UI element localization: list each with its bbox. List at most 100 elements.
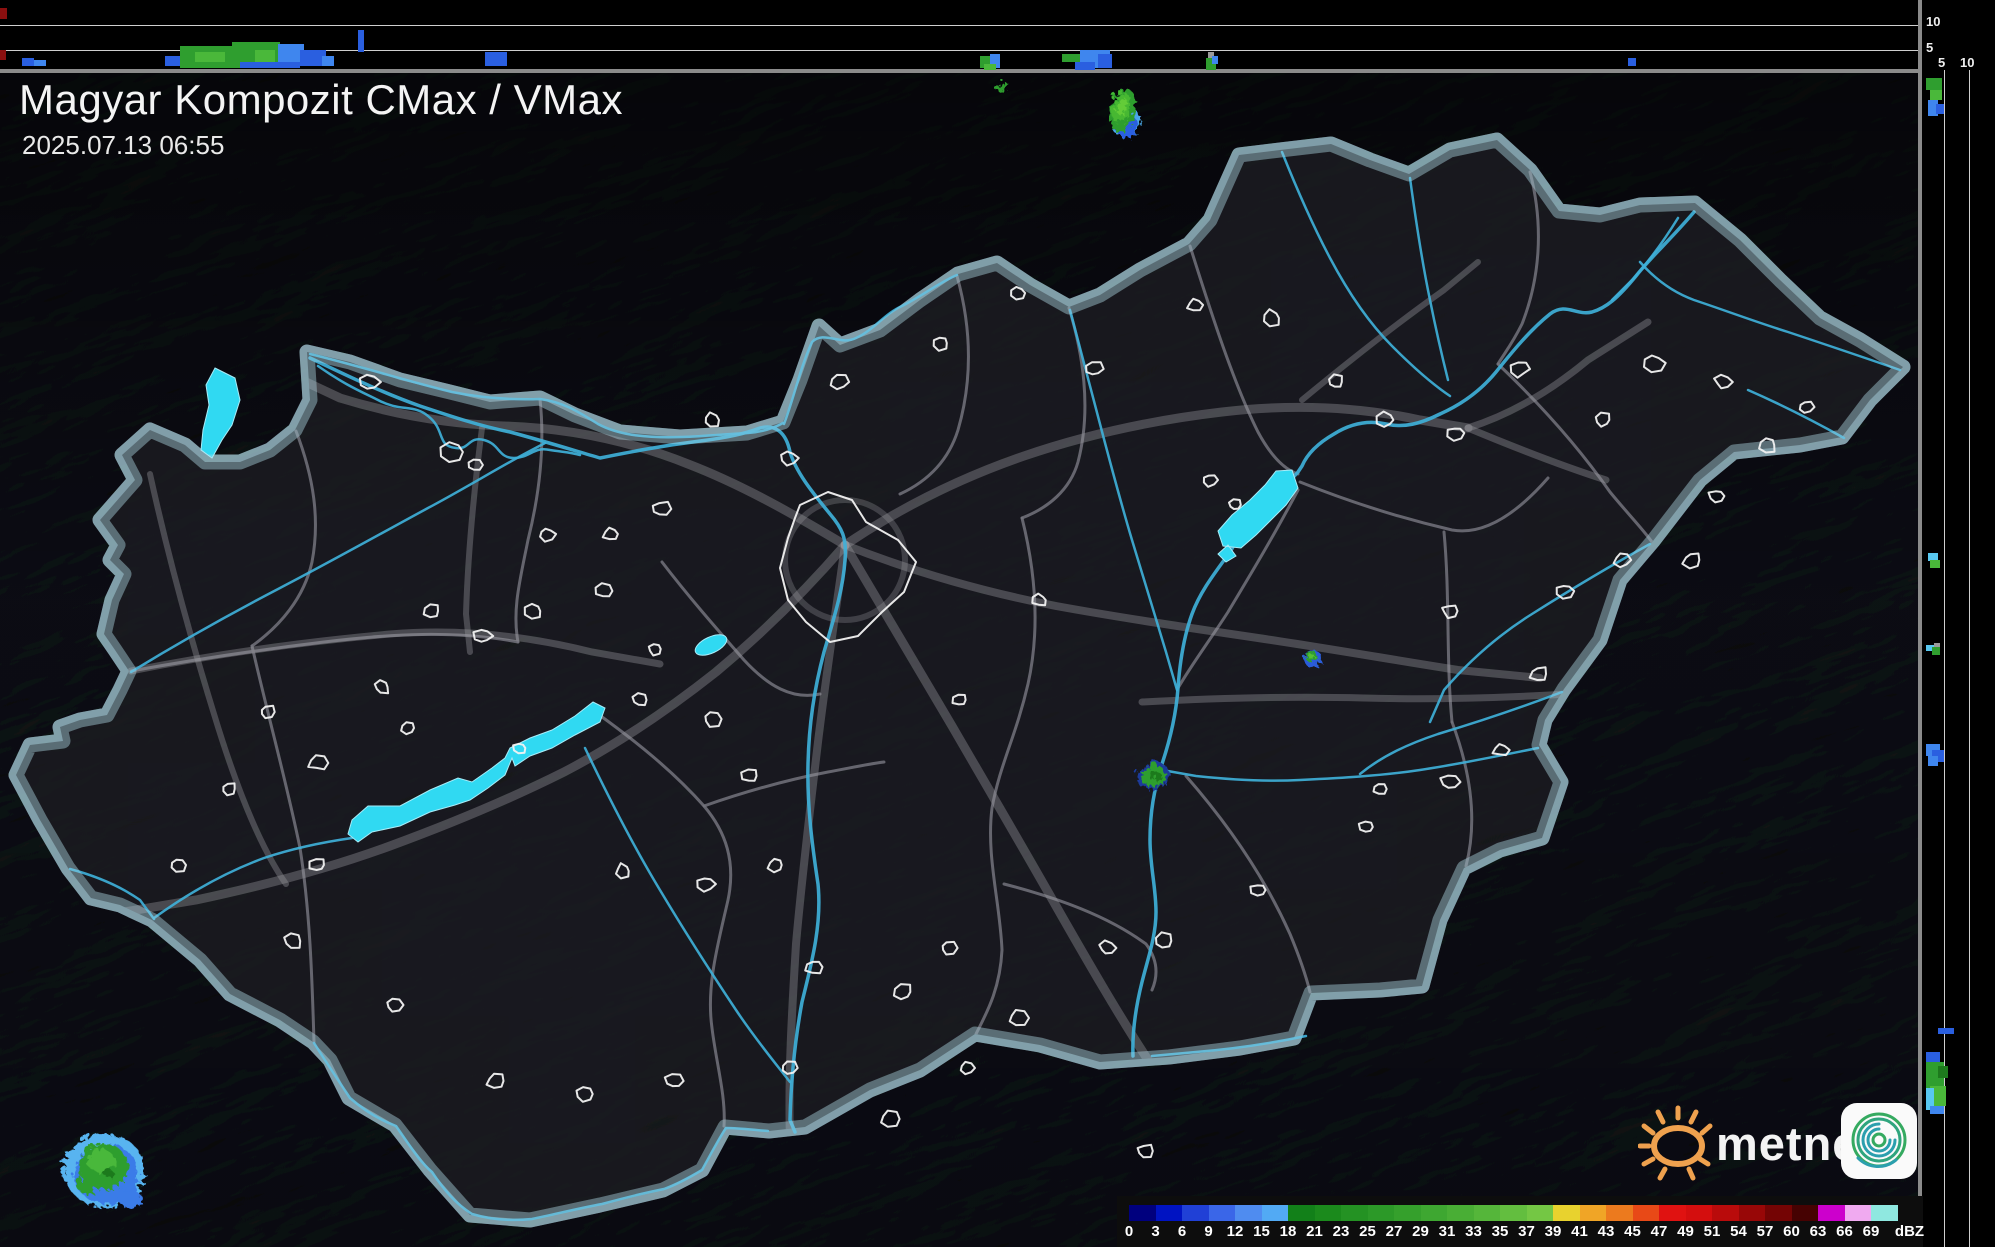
echo-cell xyxy=(1926,1052,1940,1062)
legend-tick-label: 63 xyxy=(1809,1223,1827,1240)
legend-tick-label: 15 xyxy=(1253,1223,1270,1240)
legend-tick-label: 39 xyxy=(1544,1223,1562,1240)
legend-tick-label: 37 xyxy=(1518,1223,1535,1240)
legend-colorbar xyxy=(1129,1205,1898,1221)
legend-tick-label: 27 xyxy=(1385,1223,1403,1240)
echo-cell xyxy=(358,30,364,52)
legend-tick-label: 43 xyxy=(1597,1223,1615,1240)
echo-cell xyxy=(1075,62,1095,70)
echo-cell xyxy=(240,62,300,68)
legend-tick-label: 33 xyxy=(1465,1223,1482,1240)
legend-segment xyxy=(1341,1205,1368,1221)
legend-segment xyxy=(1844,1205,1871,1221)
echo-cell xyxy=(1930,1106,1944,1114)
legend-tick-label: 23 xyxy=(1332,1223,1350,1240)
strip-divider-horizontal xyxy=(0,69,1922,73)
axis-label-top-10: 10 xyxy=(1926,14,1941,29)
legend-segment xyxy=(1685,1205,1712,1221)
echo-cell xyxy=(1062,54,1082,62)
gridline-10km xyxy=(0,25,1918,26)
legend-segment xyxy=(1738,1205,1765,1221)
radar-map xyxy=(0,0,1995,1247)
legend-unit-label: dBZ xyxy=(1894,1223,1925,1240)
legend-segment xyxy=(1367,1205,1394,1221)
echo-cell xyxy=(255,50,275,62)
radar-composite-screen: 10 5 5 10 Magyar Kompozit CMax / VMax 20… xyxy=(0,0,1995,1247)
echo-cell xyxy=(984,64,996,70)
legend-segment xyxy=(1791,1205,1818,1221)
legend-segment xyxy=(1261,1205,1288,1221)
legend-segment xyxy=(1155,1205,1182,1221)
legend-segment xyxy=(1235,1205,1262,1221)
strip-divider-vertical xyxy=(1918,0,1922,1247)
echo-cell xyxy=(22,58,34,66)
echo-cell xyxy=(0,50,6,60)
legend-segment xyxy=(1606,1205,1633,1221)
legend-segment xyxy=(1208,1205,1235,1221)
echo-blob xyxy=(1301,647,1319,665)
echo-cell xyxy=(1930,560,1940,568)
legend-segment xyxy=(1500,1205,1527,1221)
echo-cell xyxy=(322,56,334,66)
echo-cell xyxy=(1628,58,1636,66)
metnet-logo: metnet xyxy=(1638,1098,1920,1188)
legend-segment xyxy=(1871,1205,1898,1221)
echo-cell xyxy=(485,52,507,66)
echo-cell xyxy=(1934,643,1940,647)
legend-tick-label: 57 xyxy=(1756,1223,1774,1240)
axis-label-top-5: 5 xyxy=(1926,40,1934,55)
legend-tick-label: 45 xyxy=(1624,1223,1641,1240)
legend-tick-label: 51 xyxy=(1703,1223,1721,1240)
echo-cell xyxy=(34,60,46,66)
legend-tick-label: 18 xyxy=(1279,1223,1297,1240)
echo-cell xyxy=(1932,647,1940,655)
hungary-map-svg xyxy=(0,0,1995,1247)
legend-segment xyxy=(1765,1205,1792,1221)
legend-tick-label: 29 xyxy=(1412,1223,1429,1240)
echo-ring xyxy=(1306,651,1312,657)
legend-tick-label: 47 xyxy=(1650,1223,1668,1240)
metnet-app-icon xyxy=(1841,1103,1917,1179)
echo-cell xyxy=(1930,90,1942,100)
legend-tick-label: 21 xyxy=(1306,1223,1323,1240)
legend-tick-label: 25 xyxy=(1359,1223,1376,1240)
echo-cell xyxy=(195,52,225,62)
echo-cell xyxy=(0,8,7,19)
legend-segment xyxy=(1182,1205,1209,1221)
legend-segment xyxy=(1712,1205,1739,1221)
legend-segment xyxy=(1314,1205,1341,1221)
legend-segment xyxy=(1288,1205,1315,1221)
legend-segment xyxy=(1129,1205,1156,1221)
legend-tick-label: 0 xyxy=(1124,1223,1134,1240)
legend-segment xyxy=(1420,1205,1447,1221)
axis-label-right-10: 10 xyxy=(1960,55,1975,70)
legend-segment xyxy=(1526,1205,1553,1221)
echo-cell xyxy=(1212,56,1218,64)
legend-tick-label: 12 xyxy=(1226,1223,1244,1240)
legend-segment xyxy=(1394,1205,1421,1221)
legend-tick-label: 3 xyxy=(1151,1223,1160,1240)
legend-segment xyxy=(1579,1205,1606,1221)
legend-tick-label: 9 xyxy=(1204,1223,1213,1240)
legend-tick-label: 31 xyxy=(1438,1223,1456,1240)
legend-tick-label: 6 xyxy=(1177,1223,1187,1240)
timestamp: 2025.07.13 06:55 xyxy=(22,130,225,160)
page-title: Magyar Kompozit CMax / VMax xyxy=(19,76,624,123)
echo-cell xyxy=(1938,1066,1948,1078)
legend-segment xyxy=(1659,1205,1686,1221)
axis-label-right-5: 5 xyxy=(1938,55,1946,70)
gridline-right-10km xyxy=(1969,70,1970,1247)
echo-cell xyxy=(1928,756,1938,766)
legend-tick-label: 35 xyxy=(1491,1223,1509,1240)
legend-segment xyxy=(1818,1205,1845,1221)
legend-tick-label: 66 xyxy=(1836,1223,1853,1240)
echo-cell xyxy=(1936,104,1944,114)
legend-tick-label: 49 xyxy=(1677,1223,1694,1240)
legend-segment xyxy=(1447,1205,1474,1221)
dbz-color-legend: 0 3 6 9 12 15 18 21 23 25 27 29 31 33 35 37 39 41 43 45 47 49… xyxy=(1117,1196,1925,1247)
legend-segment xyxy=(1632,1205,1659,1221)
legend-tick-label: 69 xyxy=(1862,1223,1880,1240)
sun-icon xyxy=(1638,1105,1713,1181)
legend-segment xyxy=(1473,1205,1500,1221)
legend-segment xyxy=(1553,1205,1580,1221)
